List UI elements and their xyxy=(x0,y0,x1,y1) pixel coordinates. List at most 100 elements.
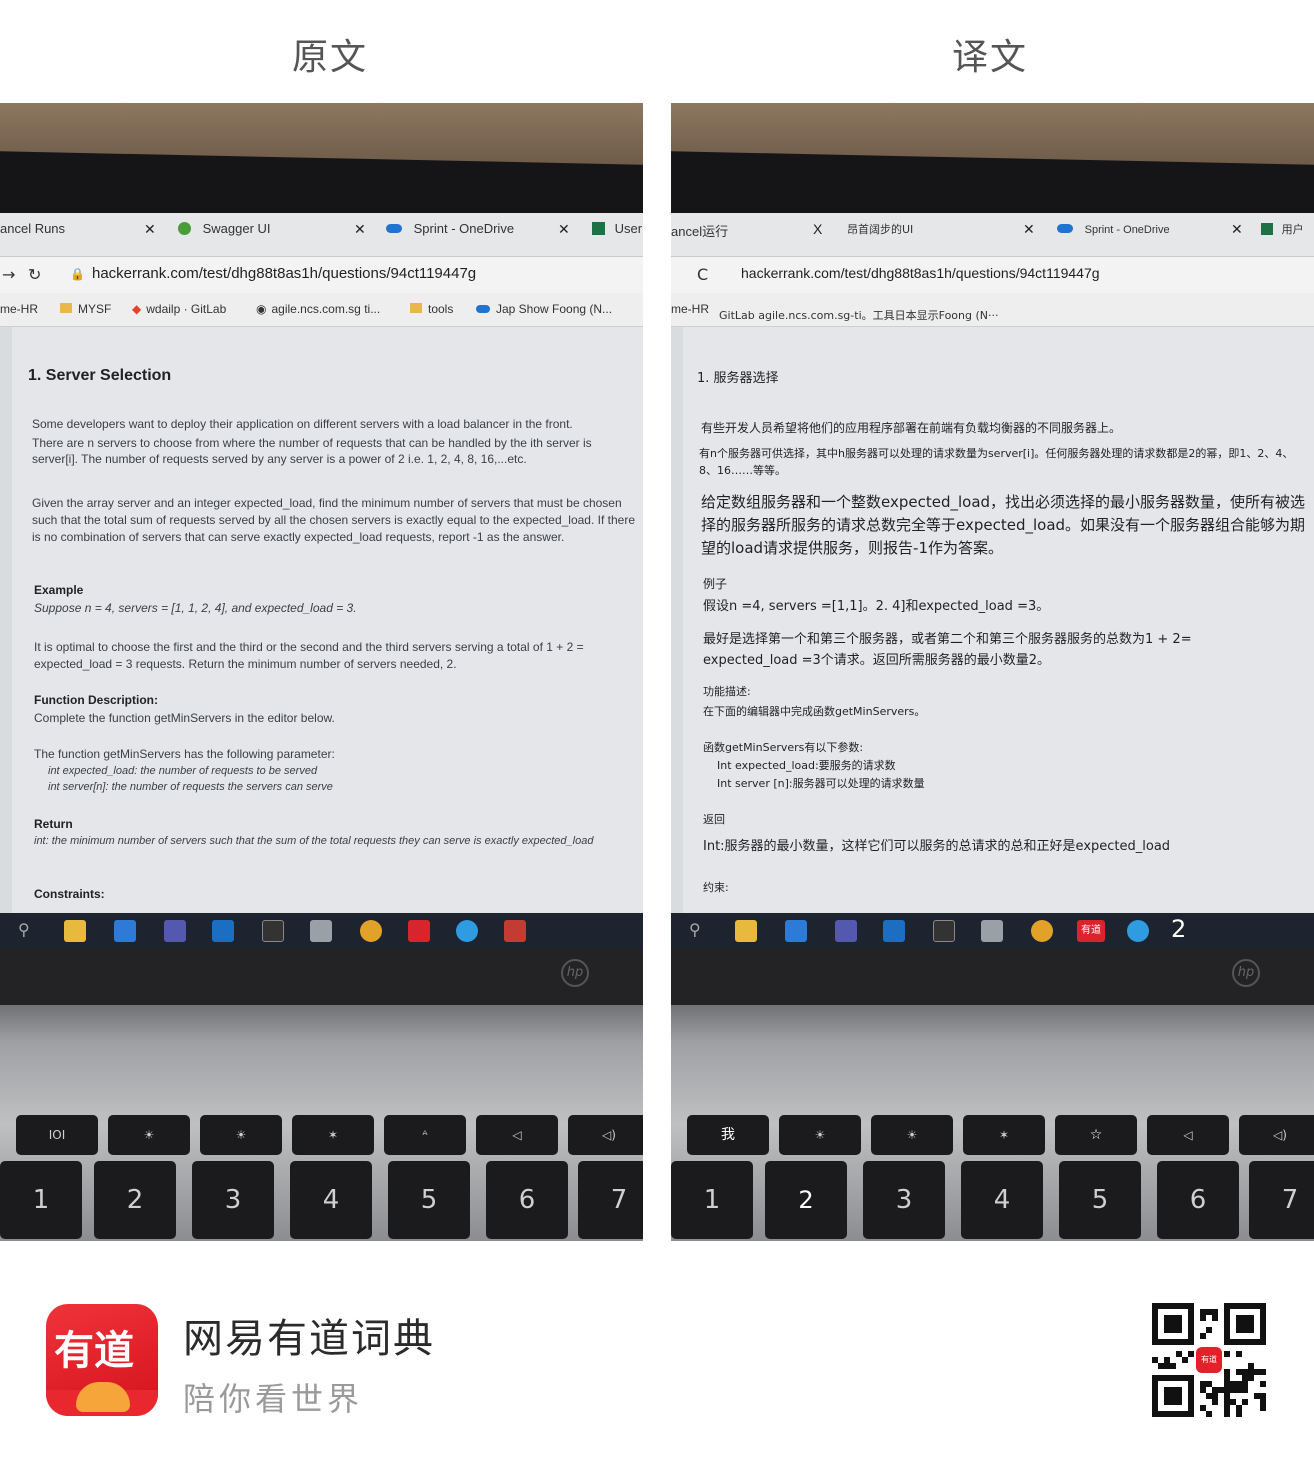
bookmark-item[interactable]: tools xyxy=(410,302,453,316)
bookmark-item[interactable]: Jap Show Foong (N... xyxy=(476,302,612,316)
key[interactable]: ☀ xyxy=(108,1115,190,1155)
bookmark-item[interactable]: MYSF xyxy=(60,302,111,316)
search-icon[interactable]: ⚲ xyxy=(689,920,701,939)
browser-tab[interactable]: Sprint - OneDrive ✕ xyxy=(1057,221,1243,251)
file-explorer-icon[interactable] xyxy=(64,920,86,942)
qr-module xyxy=(1176,1315,1182,1321)
address-bar[interactable]: → ↻ 🔒 hackerrank.com/test/dhg88t8as1h/qu… xyxy=(0,257,643,293)
browser-tab[interactable]: 用户 xyxy=(1261,221,1313,251)
key[interactable]: 6 xyxy=(486,1161,568,1239)
outlook-icon[interactable] xyxy=(212,920,234,942)
qr-module xyxy=(1200,1405,1206,1411)
key[interactable]: 7 xyxy=(1249,1161,1314,1239)
close-icon[interactable]: ✕ xyxy=(144,221,156,238)
problem-title: 1. Server Selection xyxy=(28,367,172,384)
key[interactable]: 4 xyxy=(290,1161,372,1239)
key[interactable]: ✶ xyxy=(963,1115,1045,1155)
app-icon[interactable] xyxy=(504,920,526,942)
bookmark-item[interactable]: ◉ agile.ncs.com.sg ti... xyxy=(256,302,380,316)
chrome-icon[interactable] xyxy=(360,920,382,942)
qr-module xyxy=(1254,1339,1260,1345)
bookmark-item[interactable]: ◆ wdailp · GitLab xyxy=(132,302,226,316)
qr-module xyxy=(1248,1303,1254,1309)
key[interactable]: 2 xyxy=(94,1161,176,1239)
close-icon[interactable]: X xyxy=(813,221,822,237)
bookmarks-line[interactable]: GitLab agile.ncs.com.sg-ti。工具日本显示Foong (… xyxy=(719,307,998,323)
qr-module xyxy=(1152,1339,1158,1345)
original-photo: ancel Runs ✕ Swagger UI ✕ Sprint - OneDr… xyxy=(0,103,643,1241)
browser-tab[interactable]: Sprint - OneDrive ✕ xyxy=(386,221,572,251)
key[interactable]: 1 xyxy=(671,1161,753,1239)
parameter-item: Int expected_load:要服务的请求数 xyxy=(717,759,896,772)
bookmark-item[interactable]: me-HR xyxy=(0,302,38,316)
edge-icon[interactable] xyxy=(1127,920,1149,942)
vscode-icon[interactable] xyxy=(785,920,807,942)
key[interactable]: 5 xyxy=(1059,1161,1141,1239)
url-text[interactable]: hackerrank.com/test/dhg88t8as1h/question… xyxy=(92,265,476,282)
laptop-hinge: hp xyxy=(671,949,1314,1005)
key[interactable]: 3 xyxy=(192,1161,274,1239)
key[interactable]: ☀ xyxy=(871,1115,953,1155)
close-icon[interactable]: ✕ xyxy=(354,221,366,238)
address-bar[interactable]: C hackerrank.com/test/dhg88t8as1h/questi… xyxy=(671,257,1314,293)
key[interactable]: 1 xyxy=(0,1161,82,1239)
qr-module xyxy=(1260,1333,1266,1339)
url-text[interactable]: hackerrank.com/test/dhg88t8as1h/question… xyxy=(741,265,1100,281)
browser-tab[interactable]: ancel运行 X xyxy=(671,221,831,251)
key[interactable]: ◁ xyxy=(1147,1115,1229,1155)
qr-module xyxy=(1224,1351,1230,1357)
qr-module xyxy=(1170,1393,1176,1399)
close-icon[interactable]: ✕ xyxy=(1023,221,1035,238)
key[interactable]: ☆ xyxy=(1055,1115,1137,1155)
key[interactable]: ᴬ xyxy=(384,1115,466,1155)
forward-icon[interactable]: → xyxy=(2,265,15,284)
key[interactable]: ◁ xyxy=(476,1115,558,1155)
reload-button[interactable]: C xyxy=(697,265,708,284)
close-icon[interactable]: ✕ xyxy=(1231,221,1243,238)
chrome-icon[interactable] xyxy=(1031,920,1053,942)
key[interactable]: ◁) xyxy=(1239,1115,1314,1155)
youdao-icon[interactable] xyxy=(408,920,430,942)
teams-icon[interactable] xyxy=(835,920,857,942)
key[interactable]: 7 xyxy=(578,1161,643,1239)
key[interactable]: 2 xyxy=(765,1161,847,1239)
teams-icon[interactable] xyxy=(164,920,186,942)
reload-icon[interactable]: ↻ xyxy=(28,265,41,284)
key[interactable]: ✶ xyxy=(292,1115,374,1155)
qr-module xyxy=(1224,1405,1230,1411)
qr-module xyxy=(1182,1375,1188,1381)
app-icon[interactable] xyxy=(310,920,332,942)
qr-module xyxy=(1188,1405,1194,1411)
search-icon[interactable]: ⚲ xyxy=(18,920,30,939)
vscode-icon[interactable] xyxy=(114,920,136,942)
bookmark-item[interactable]: me-HR xyxy=(671,302,709,316)
key[interactable]: ☀ xyxy=(779,1115,861,1155)
qr-module xyxy=(1236,1339,1242,1345)
edge-icon[interactable] xyxy=(456,920,478,942)
outlook-icon[interactable] xyxy=(883,920,905,942)
qr-module xyxy=(1164,1339,1170,1345)
key[interactable]: 我 xyxy=(687,1115,769,1155)
qr-module xyxy=(1188,1411,1194,1417)
key[interactable]: ☀ xyxy=(200,1115,282,1155)
browser-tab[interactable]: Swagger UI ✕ xyxy=(178,221,368,251)
terminal-icon[interactable] xyxy=(933,920,955,942)
key[interactable]: IOI xyxy=(16,1115,98,1155)
youdao-icon[interactable]: 有道 xyxy=(1077,920,1105,942)
key[interactable]: ◁) xyxy=(568,1115,643,1155)
key[interactable]: 5 xyxy=(388,1161,470,1239)
terminal-icon[interactable] xyxy=(262,920,284,942)
qr-module xyxy=(1188,1339,1194,1345)
close-icon[interactable]: ✕ xyxy=(558,221,570,238)
key[interactable]: 4 xyxy=(961,1161,1043,1239)
qr-module xyxy=(1188,1327,1194,1333)
problem-content: 1. Server Selection Some developers want… xyxy=(12,327,643,913)
key[interactable]: 6 xyxy=(1157,1161,1239,1239)
browser-tab[interactable]: 昂首阔步的UI ✕ xyxy=(847,221,1037,251)
qr-module xyxy=(1224,1315,1230,1321)
app-icon[interactable] xyxy=(981,920,1003,942)
browser-tab[interactable]: ancel Runs ✕ xyxy=(0,221,160,251)
browser-tab[interactable]: User xyxy=(592,221,642,251)
file-explorer-icon[interactable] xyxy=(735,920,757,942)
key[interactable]: 3 xyxy=(863,1161,945,1239)
